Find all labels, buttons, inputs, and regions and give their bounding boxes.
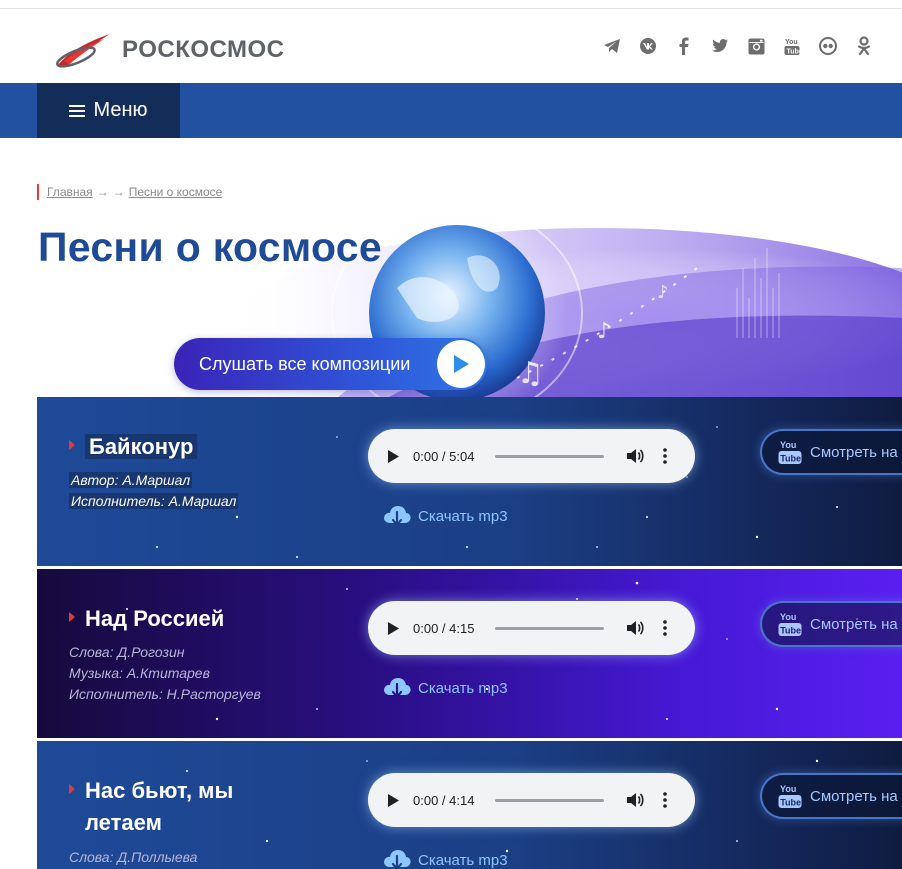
twitter-icon[interactable]: [702, 33, 738, 59]
breadcrumb-current-link[interactable]: Песни о космосе: [129, 185, 223, 199]
play-icon[interactable]: [386, 793, 400, 807]
svg-text:♪: ♪: [657, 282, 669, 303]
download-label: Скачать mp3: [418, 851, 508, 869]
audio-progress-bar[interactable]: [495, 454, 604, 458]
svg-text:♪: ♪: [597, 319, 611, 344]
site-header: РОСКОСМОС You Tube: [0, 9, 902, 83]
audio-progress-bar[interactable]: [495, 626, 604, 630]
roscosmos-logo[interactable]: РОСКОСМОС: [54, 31, 285, 69]
audio-time: 0:00 / 4:15: [413, 620, 475, 636]
song-title: Над Россией: [69, 603, 224, 635]
watch-youtube-button[interactable]: You Tube Смотреть на: [760, 773, 902, 819]
breadcrumb-home-link[interactable]: Главная: [47, 185, 93, 199]
instagram-icon[interactable]: [738, 33, 774, 59]
song-meta: Слова: Д.Рогозин Музыка: А.Ктитарев Испо…: [69, 642, 261, 705]
social-links: You Tube: [594, 33, 882, 59]
menu-label: Меню: [93, 99, 148, 121]
youtube-icon: You Tube: [778, 784, 802, 808]
volume-icon[interactable]: [626, 790, 646, 810]
menu-button[interactable]: Меню: [37, 83, 180, 138]
cloud-download-icon: [384, 678, 411, 699]
svg-text:You: You: [780, 784, 796, 794]
breadcrumb: Главная → → Песни о космосе: [37, 184, 222, 200]
song-title-text: Нас бьют, мы: [85, 778, 234, 803]
song-title: Нас бьют, мы летаем: [69, 775, 233, 839]
song-card: Над Россией Слова: Д.Рогозин Музыка: А.К…: [37, 569, 902, 738]
download-label: Скачать mp3: [418, 507, 508, 525]
song-meta: Автор: А.Маршал Исполнитель: А.Маршал: [69, 470, 239, 512]
song-meta-line: Исполнитель: А.Маршал: [69, 493, 239, 509]
audio-time: 0:00 / 4:14: [413, 792, 475, 808]
youtube-icon[interactable]: You Tube: [774, 33, 810, 59]
logo-rocket-icon: [56, 34, 110, 68]
watch-label: Смотреть на: [810, 443, 898, 461]
song-meta-line: Автор: А.Маршал: [69, 472, 193, 488]
audio-player: 0:00 / 5:04: [368, 429, 695, 483]
more-options-icon[interactable]: [660, 446, 670, 466]
more-options-icon[interactable]: [660, 790, 670, 810]
song-card: Байконур Автор: А.Маршал Исполнитель: А.…: [37, 397, 902, 566]
watch-label: Смотреть на: [810, 787, 898, 805]
audio-progress-bar[interactable]: [495, 798, 604, 802]
song-meta-line: Слова: Д.Поллыева: [69, 849, 198, 865]
red-arrow-icon: [69, 440, 75, 451]
svg-text:Tube: Tube: [780, 626, 801, 636]
song-meta: Слова: Д.Поллыева: [69, 847, 197, 868]
song-meta-line: Слова: Д.Рогозин: [69, 644, 185, 660]
volume-icon[interactable]: [626, 446, 646, 466]
song-title-text: Над Россией: [85, 606, 225, 631]
song-title-text: летаем: [85, 810, 162, 835]
volume-icon[interactable]: [626, 618, 646, 638]
odnoklassniki-icon[interactable]: [846, 33, 882, 59]
svg-text:Tube: Tube: [780, 798, 801, 808]
vk-icon[interactable]: [630, 33, 666, 59]
main-nav-bar: Меню: [0, 83, 902, 138]
svg-text:You: You: [780, 440, 796, 450]
download-mp3-link[interactable]: Скачать mp3: [382, 503, 508, 529]
song-meta-line: Музыка: А.Ктитарев: [69, 665, 210, 681]
listen-all-label: Слушать все композиции: [199, 353, 411, 374]
svg-text:You: You: [785, 39, 798, 46]
breadcrumb-separator: →: [96, 185, 109, 199]
svg-text:Tube: Tube: [787, 49, 801, 56]
facebook-icon[interactable]: [666, 33, 702, 59]
download-mp3-link[interactable]: Скачать mp3: [382, 675, 508, 701]
audio-player: 0:00 / 4:14: [368, 773, 695, 827]
play-circle-icon: [437, 340, 485, 388]
youtube-icon: You Tube: [778, 612, 802, 636]
flickr-icon[interactable]: [810, 33, 846, 59]
telegram-icon[interactable]: [594, 33, 630, 59]
more-options-icon[interactable]: [660, 618, 670, 638]
cloud-download-icon: [384, 850, 411, 869]
top-border: [0, 0, 902, 9]
svg-text:♫: ♫: [517, 356, 544, 391]
song-card: Нас бьют, мы летаем Слова: Д.Поллыева 0:…: [37, 741, 902, 869]
listen-all-button[interactable]: Слушать все композиции: [174, 338, 487, 390]
play-icon[interactable]: [386, 449, 400, 463]
audio-player: 0:00 / 4:15: [368, 601, 695, 655]
song-meta-line: Исполнитель: Н.Расторгуев: [69, 686, 261, 702]
audio-time: 0:00 / 5:04: [413, 448, 475, 464]
cloud-download-icon: [384, 506, 411, 527]
logo-text: РОСКОСМОС: [122, 36, 285, 63]
page-title: Песни о космосе: [38, 224, 383, 270]
youtube-icon: You Tube: [778, 440, 802, 464]
play-icon[interactable]: [386, 621, 400, 635]
download-mp3-link[interactable]: Скачать mp3: [382, 847, 508, 869]
song-title: Байконур: [69, 431, 198, 463]
svg-text:You: You: [780, 612, 796, 622]
watch-youtube-button[interactable]: You Tube Смотреть на: [760, 601, 902, 647]
watch-label: Смотреть на: [810, 615, 898, 633]
download-label: Скачать mp3: [418, 679, 508, 697]
breadcrumb-separator: →: [112, 185, 125, 199]
svg-text:Tube: Tube: [780, 454, 801, 464]
red-arrow-icon: [69, 784, 75, 795]
song-title-text: Байконур: [85, 434, 198, 459]
red-arrow-icon: [69, 612, 75, 623]
hamburger-icon: [69, 104, 86, 117]
watch-youtube-button[interactable]: You Tube Смотреть на: [760, 429, 902, 475]
